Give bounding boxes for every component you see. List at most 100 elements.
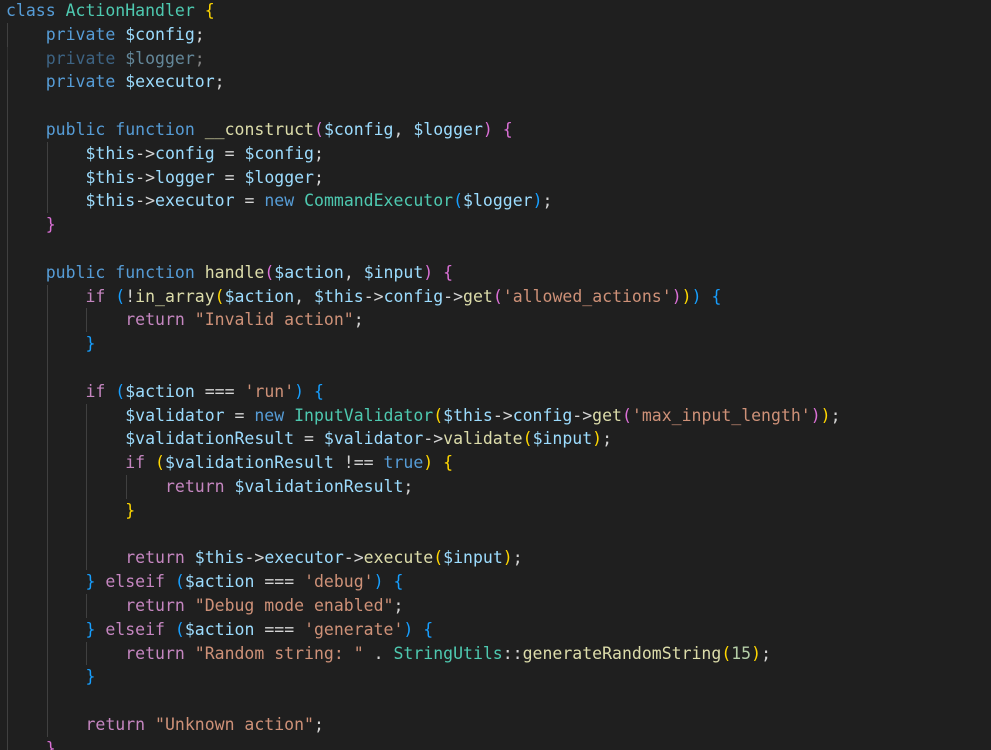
indent-guide	[7, 498, 8, 523]
code-token: new	[254, 405, 285, 425]
code-token: if	[85, 381, 106, 401]
indent-guide	[7, 617, 8, 642]
code-token: function	[115, 262, 195, 282]
code-token: =	[214, 143, 245, 163]
code-token: public	[45, 119, 106, 139]
code-token: =	[294, 429, 324, 449]
code-line[interactable]: $validator = new InputValidator($this->c…	[6, 403, 841, 428]
code-line[interactable]: return "Unknown action";	[6, 712, 841, 737]
code-line[interactable]: if ($validationResult !== true) {	[6, 451, 841, 475]
code-token: ;	[314, 167, 324, 187]
code-token: ;	[393, 595, 404, 615]
code-token: return	[164, 476, 225, 496]
code-token: ;	[313, 714, 324, 734]
indent-guide	[7, 355, 8, 380]
code-token: {	[204, 1, 215, 20]
code-editor[interactable]: class ActionHandler { private $config; p…	[0, 0, 991, 750]
indent-guide	[46, 451, 48, 475]
code-line[interactable]	[6, 355, 841, 380]
code-line[interactable]: }	[6, 498, 841, 523]
code-token: (	[155, 453, 165, 473]
code-line[interactable]: $validationResult = $validator->validate…	[6, 427, 841, 452]
code-line[interactable]	[6, 689, 841, 713]
code-token: "Invalid action"	[194, 310, 354, 330]
indent-guide	[7, 736, 8, 750]
code-line[interactable]: return "Debug mode enabled";	[6, 593, 841, 618]
code-token: $action	[184, 572, 255, 592]
code-token: $logger	[413, 119, 483, 139]
code-token: get	[463, 286, 493, 306]
code-line[interactable]: return $this->executor->execute($input);	[6, 546, 841, 571]
code-token: ->	[363, 286, 384, 306]
code-token: $input	[363, 262, 424, 282]
code-line[interactable]: $this->config = $config;	[6, 141, 841, 166]
code-token: ->	[244, 548, 265, 568]
code-token: config	[383, 286, 444, 306]
code-token: .	[363, 643, 394, 663]
code-line[interactable]: private $logger;	[6, 46, 841, 71]
code-token: public	[45, 262, 106, 282]
code-line[interactable]: class ActionHandler {	[6, 0, 841, 23]
code-token: $action	[125, 381, 195, 401]
code-line[interactable]: return $validationResult;	[6, 474, 841, 499]
code-token: elseif	[105, 619, 165, 639]
code-token: $input	[532, 429, 593, 449]
code-line[interactable]: public function __construct($config, $lo…	[6, 117, 841, 142]
code-token: =	[224, 405, 255, 425]
indent-guide	[7, 70, 8, 95]
code-line[interactable]	[6, 522, 841, 547]
code-line[interactable]: private $config;	[6, 22, 841, 47]
code-token: !==	[333, 453, 384, 473]
indent-guide	[7, 213, 8, 237]
indent-guide	[46, 427, 48, 452]
code-token: $this	[194, 548, 245, 568]
code-token: }	[85, 572, 96, 592]
code-token: }	[45, 738, 56, 750]
code-line[interactable]: private $executor;	[6, 70, 841, 95]
code-line[interactable]: return "Random string: " . StringUtils::…	[6, 641, 841, 666]
code-line[interactable]	[6, 94, 841, 118]
indent-guide	[46, 355, 48, 380]
code-token: ->	[492, 405, 513, 425]
code-token: return	[125, 595, 185, 615]
code-line[interactable]: }	[6, 665, 841, 690]
code-line[interactable]: }	[6, 332, 841, 356]
code-token: ;	[194, 48, 205, 68]
indent-guide	[46, 332, 48, 356]
code-line[interactable]: return "Invalid action";	[6, 308, 841, 333]
code-token: validate	[443, 429, 523, 449]
code-token: return	[125, 643, 185, 663]
code-token: execute	[363, 548, 434, 568]
code-line[interactable]: public function handle($action, $input) …	[6, 260, 841, 285]
code-line[interactable]: if (!in_array($action, $this->config->ge…	[6, 284, 841, 309]
code-line[interactable]: } elseif ($action === 'generate') {	[6, 617, 841, 642]
code-line[interactable]: }	[6, 736, 841, 750]
code-line[interactable]: $this->logger = $logger;	[6, 165, 841, 190]
indent-guide	[46, 284, 48, 309]
code-token: 'allowed_actions'	[502, 286, 672, 306]
code-token: new	[264, 191, 295, 211]
code-line[interactable]: if ($action === 'run') {	[6, 379, 841, 404]
code-line[interactable]: $this->executor = new CommandExecutor($l…	[6, 189, 841, 214]
indent-guide	[7, 189, 8, 214]
indent-guide	[86, 546, 88, 571]
code-line[interactable]: } elseif ($action === 'debug') {	[6, 570, 841, 594]
code-token: (	[264, 262, 275, 282]
indent-guide	[7, 22, 8, 47]
code-token: "Unknown action"	[155, 714, 314, 734]
code-line[interactable]	[6, 236, 841, 261]
code-area[interactable]: class ActionHandler { private $config; p…	[6, 0, 841, 750]
indent-guide	[46, 546, 48, 571]
code-token: (	[174, 619, 185, 639]
indent-guide	[7, 570, 8, 594]
code-line[interactable]: }	[6, 213, 841, 237]
indent-guide	[46, 641, 48, 666]
